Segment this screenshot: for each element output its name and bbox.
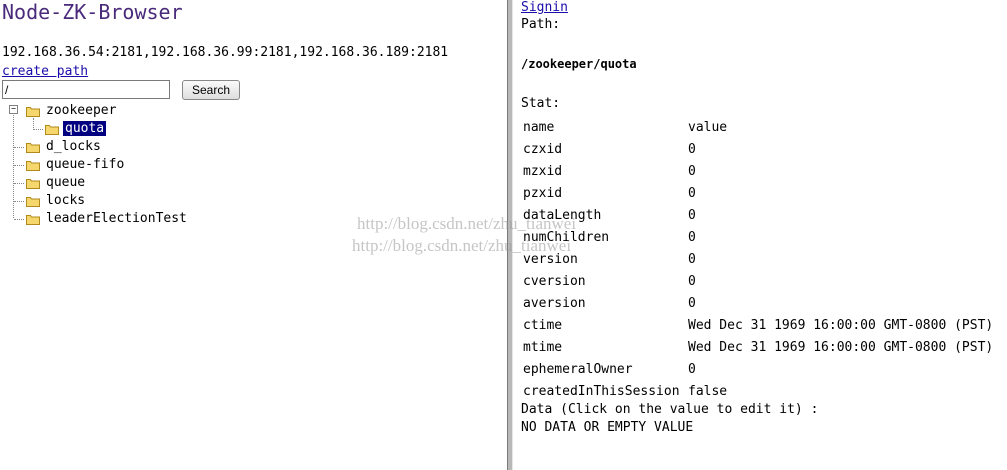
tree-node-label: quota xyxy=(63,121,107,136)
tree-connector xyxy=(33,129,43,130)
table-header-row: name value xyxy=(523,116,993,138)
stat-name: dataLength xyxy=(523,207,602,223)
stat-value[interactable]: 0 xyxy=(688,270,993,292)
stat-name: pzxid xyxy=(523,185,563,201)
tree-connector xyxy=(14,183,24,184)
table-row: ephemeralOwner 0 xyxy=(523,358,993,380)
tree-node-label: d_locks xyxy=(46,139,101,154)
table-row: dataLength 0 xyxy=(523,204,993,226)
tree-connector xyxy=(14,165,24,166)
tree-node-label: zookeeper xyxy=(46,103,117,118)
tree-node-label: queue-fifo xyxy=(46,157,125,172)
folder-icon xyxy=(45,124,59,135)
create-path-link[interactable]: create path xyxy=(2,64,88,79)
stat-value[interactable]: 0 xyxy=(688,292,993,314)
table-row: cversion 0 xyxy=(523,270,993,292)
folder-icon xyxy=(26,178,40,189)
stat-table: name value czxid 0 mzxid 0 pzxid 0 dataLeng… xyxy=(523,116,993,402)
stat-value[interactable]: 0 xyxy=(688,204,993,226)
tree-node-queue-fifo[interactable]: queue-fifo xyxy=(26,156,126,173)
folder-icon xyxy=(26,106,40,117)
stat-value[interactable]: Wed Dec 31 1969 16:00:00 GMT-0800 (PST) xyxy=(688,336,993,358)
tree-node-queue[interactable]: queue xyxy=(26,174,87,191)
tree-connector xyxy=(14,147,24,148)
current-path: /zookeeper/quota xyxy=(521,57,637,71)
search-input[interactable] xyxy=(2,80,170,99)
table-row: ctime Wed Dec 31 1969 16:00:00 GMT-0800 (… xyxy=(523,314,993,336)
stat-label: Stat: xyxy=(521,96,561,111)
stat-name: ctime xyxy=(523,317,563,333)
column-header-name: name xyxy=(523,119,555,135)
detail-pane: Signin Path: /zookeeper/quota Stat: name… xyxy=(513,0,1007,470)
column-header-value: value xyxy=(688,119,728,135)
tree-node-label: locks xyxy=(46,193,86,208)
table-row: aversion 0 xyxy=(523,292,993,314)
stat-name: mtime xyxy=(523,339,563,355)
tree-node-label: leaderElectionTest xyxy=(46,211,187,226)
tree-connector xyxy=(14,219,24,220)
stat-name: ephemeralOwner xyxy=(523,361,633,377)
stat-name: aversion xyxy=(523,295,586,311)
stat-name: mzxid xyxy=(523,163,563,179)
stat-value[interactable]: 0 xyxy=(688,160,993,182)
stat-name: version xyxy=(523,251,578,267)
folder-icon xyxy=(26,196,40,207)
stat-value[interactable]: 0 xyxy=(688,182,993,204)
minus-box-icon[interactable]: − xyxy=(9,105,18,114)
stat-value[interactable]: 0 xyxy=(688,358,993,380)
table-row: mtime Wed Dec 31 1969 16:00:00 GMT-0800 (… xyxy=(523,336,993,358)
stat-value[interactable]: 0 xyxy=(688,138,993,160)
folder-icon xyxy=(26,160,40,171)
table-row: pzxid 0 xyxy=(523,182,993,204)
data-label: Data (Click on the value to edit it) : xyxy=(521,402,819,417)
table-row: czxid 0 xyxy=(523,138,993,160)
tree-node-quota[interactable]: quota xyxy=(45,120,107,137)
stat-value[interactable]: false xyxy=(688,380,993,402)
signin-link[interactable]: Signin xyxy=(521,0,568,15)
tree-node-leader-election-test[interactable]: leaderElectionTest xyxy=(26,210,189,227)
tree-node-zookeeper[interactable]: zookeeper xyxy=(26,102,118,119)
tree-node-d-locks[interactable]: d_locks xyxy=(26,138,103,155)
data-value[interactable]: NO DATA OR EMPTY VALUE xyxy=(521,420,693,435)
search-button[interactable]: Search xyxy=(182,80,240,100)
table-row: mzxid 0 xyxy=(523,160,993,182)
server-list: 192.168.36.54:2181,192.168.36.99:2181,19… xyxy=(2,45,449,60)
stat-name: createdInThisSession xyxy=(523,383,680,399)
stat-value[interactable]: Wed Dec 31 1969 16:00:00 GMT-0800 (PST) xyxy=(688,314,993,336)
stat-name: numChildren xyxy=(523,229,610,245)
app-title: Node-ZK-Browser xyxy=(2,0,183,24)
path-label: Path: xyxy=(521,17,561,32)
stat-value[interactable]: 0 xyxy=(688,248,993,270)
stat-value[interactable]: 0 xyxy=(688,226,993,248)
folder-icon xyxy=(26,214,40,225)
stat-name: cversion xyxy=(523,273,586,289)
tree-node-label: queue xyxy=(46,175,86,190)
tree-pane: Node-ZK-Browser 192.168.36.54:2181,192.1… xyxy=(0,0,507,470)
table-row: version 0 xyxy=(523,248,993,270)
stat-name: czxid xyxy=(523,141,563,157)
tree-connector xyxy=(14,201,24,202)
table-row: numChildren 0 xyxy=(523,226,993,248)
tree-node-locks[interactable]: locks xyxy=(26,192,87,209)
table-row: createdInThisSession false xyxy=(523,380,993,402)
folder-icon xyxy=(26,142,40,153)
